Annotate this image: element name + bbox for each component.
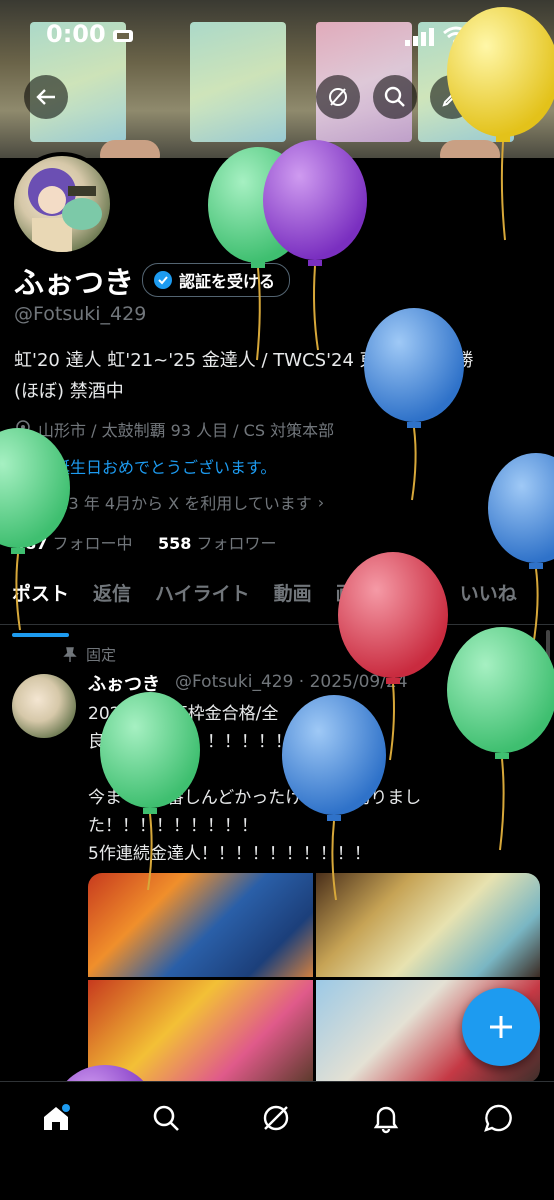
following-label: フォロー中 xyxy=(52,534,133,553)
post-text: 2025達人 虹枠金合格/全 良！！！！！！！！！！！！！！！ 今までで1番しん… xyxy=(88,704,422,864)
wifi-icon xyxy=(442,25,470,51)
tab-videos[interactable]: 動画 xyxy=(262,578,324,624)
home-icon xyxy=(44,1104,70,1130)
followers-count: 558 xyxy=(157,534,192,553)
post-image[interactable] xyxy=(315,873,540,977)
tab-replies[interactable]: 返信 xyxy=(81,578,143,624)
bio-line: (ほぼ) 禁酒中 xyxy=(14,381,124,402)
tab-articles[interactable]: 記事 xyxy=(386,578,448,624)
nav-home[interactable] xyxy=(38,1100,74,1136)
profile-location: 山形市 / 太鼓制覇 93 人目 / CS 対策本部 xyxy=(14,417,334,441)
tab-posts[interactable]: ポスト xyxy=(0,578,81,637)
balloon-green xyxy=(208,147,308,361)
tab-images[interactable]: 画像 xyxy=(324,578,386,624)
follow-stats: 487 フォロー中 558 フォロワー xyxy=(14,530,276,554)
search-icon xyxy=(153,1105,179,1131)
back-button[interactable] xyxy=(24,75,68,119)
chevron-right-icon: › xyxy=(317,492,325,512)
birthday-text: お誕生日おめでとうございます。 xyxy=(38,458,277,477)
x-logo-icon xyxy=(514,672,538,700)
followers-link[interactable]: 558 フォロワー xyxy=(158,534,277,553)
avatar xyxy=(14,156,110,252)
grok-icon xyxy=(263,1105,289,1131)
pin-icon xyxy=(63,646,77,662)
following-link[interactable]: 487 フォロー中 xyxy=(14,534,133,553)
edit-button[interactable] xyxy=(430,75,474,119)
profile-handle: @Fotsuki_429 xyxy=(14,303,147,325)
search-icon xyxy=(384,86,405,107)
bell-icon xyxy=(373,1106,399,1134)
profile-joined[interactable]: 2023 年 4月から X を利用しています › xyxy=(14,490,324,514)
following-count: 487 xyxy=(14,534,48,553)
joined-text: 2023 年 4月から X を利用しています xyxy=(38,494,312,513)
banner-card-image xyxy=(190,22,286,142)
bio-line: 虹'20 達人 虹'21~'25 金達人 / TWCS'24 東北 A 準優勝 xyxy=(14,350,474,371)
profile-name: ふぉつき xyxy=(14,266,134,301)
location-text: 山形市 / 太鼓制覇 93 人目 / CS 対策本部 xyxy=(38,421,335,440)
sim-icon xyxy=(112,28,134,48)
signal-icon xyxy=(405,28,435,50)
get-verified-button[interactable]: 認証を受ける xyxy=(142,263,291,297)
banner-hand xyxy=(100,140,160,158)
nav-explore[interactable] xyxy=(148,1100,184,1136)
grok-button[interactable] xyxy=(316,75,360,119)
plus-icon xyxy=(490,1016,512,1038)
post-image[interactable] xyxy=(88,873,313,977)
grok-icon xyxy=(329,88,347,106)
balloon-purple xyxy=(263,140,367,351)
profile-birthday: お誕生日おめでとうございます。 xyxy=(14,454,276,478)
profile-bio: 虹'20 達人 虹'21~'25 金達人 / TWCS'24 東北 A 準優勝 … xyxy=(14,345,534,407)
pencil-icon xyxy=(442,88,461,107)
nav-grok[interactable] xyxy=(258,1100,294,1136)
pinned-label: 固定 xyxy=(86,646,117,664)
share-button[interactable] xyxy=(487,75,531,119)
banner-hand xyxy=(440,140,500,158)
nav-messages[interactable] xyxy=(480,1100,516,1136)
battery-indicator: 100 xyxy=(476,26,514,48)
profile-avatar[interactable] xyxy=(10,152,114,256)
followers-label: フォロワー xyxy=(196,534,277,553)
get-verified-label: 認証を受ける xyxy=(179,272,276,291)
pinned-indicator: 固定 xyxy=(62,644,116,665)
nav-notifications[interactable] xyxy=(368,1100,404,1136)
calendar-icon xyxy=(15,495,31,510)
profile-tabs: ポスト 返信 ハイライト 動画 画像 記事 いいね xyxy=(0,578,554,637)
bottom-nav xyxy=(0,1081,554,1200)
search-button[interactable] xyxy=(373,75,417,119)
tab-likes[interactable]: いいね xyxy=(448,578,529,624)
tab-highlights[interactable]: ハイライト xyxy=(143,578,262,624)
post-image[interactable] xyxy=(88,979,313,1083)
compose-button[interactable] xyxy=(462,988,540,1066)
balloon-icon xyxy=(17,457,29,474)
post-author-avatar[interactable] xyxy=(12,674,76,738)
verified-badge-icon xyxy=(154,271,172,289)
share-icon xyxy=(500,87,518,106)
status-time: 0:00 xyxy=(46,20,106,48)
post-meta: @Fotsuki_429 · 2025/09/24 xyxy=(175,672,408,692)
arrow-left-icon xyxy=(36,89,55,105)
post-author-name[interactable]: ふぉつき xyxy=(88,670,160,696)
chat-icon xyxy=(484,1104,512,1132)
location-pin-icon xyxy=(16,420,30,438)
scrollbar[interactable] xyxy=(546,630,550,680)
